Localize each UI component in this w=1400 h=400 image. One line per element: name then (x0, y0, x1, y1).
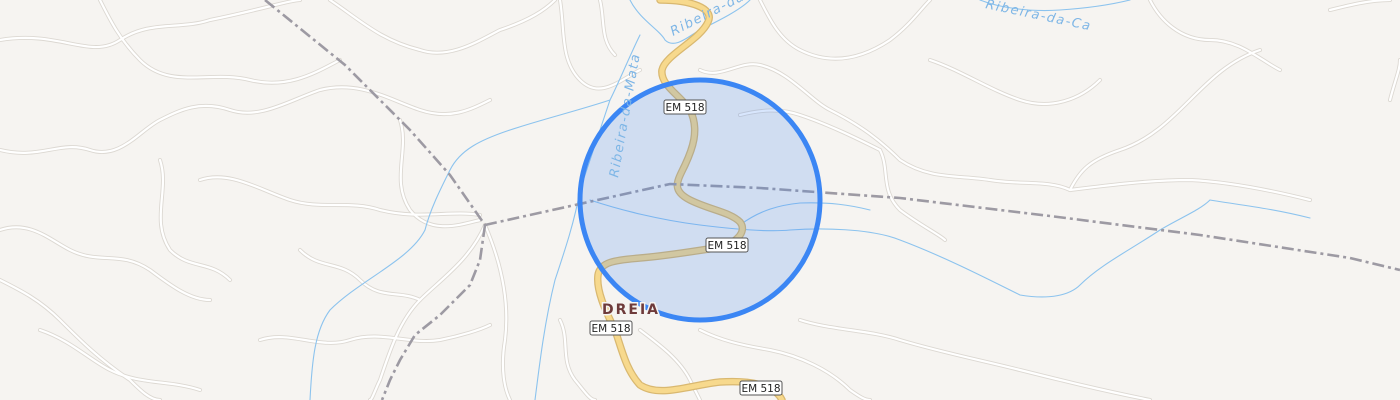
map-canvas: Ribeira-da-Mata Ribeira-da-Ca Ribeira-da… (0, 0, 1400, 400)
road-shield: EM 518 (589, 320, 633, 336)
location-accuracy-circle[interactable] (577, 77, 823, 323)
road-shield-label: EM 518 (707, 240, 746, 252)
road-shield-label: EM 518 (591, 323, 630, 335)
place-label-dreia: DREIA (602, 302, 660, 318)
road-shield: EM 518 (705, 237, 749, 253)
road-shield: EM 518 (663, 99, 707, 115)
map-view[interactable]: Ribeira-da-Mata Ribeira-da-Ca Ribeira-da… (0, 0, 1400, 400)
road-shield: EM 518 (739, 380, 783, 396)
road-shield-label: EM 518 (741, 383, 780, 395)
road-shield-label: EM 518 (665, 102, 704, 114)
